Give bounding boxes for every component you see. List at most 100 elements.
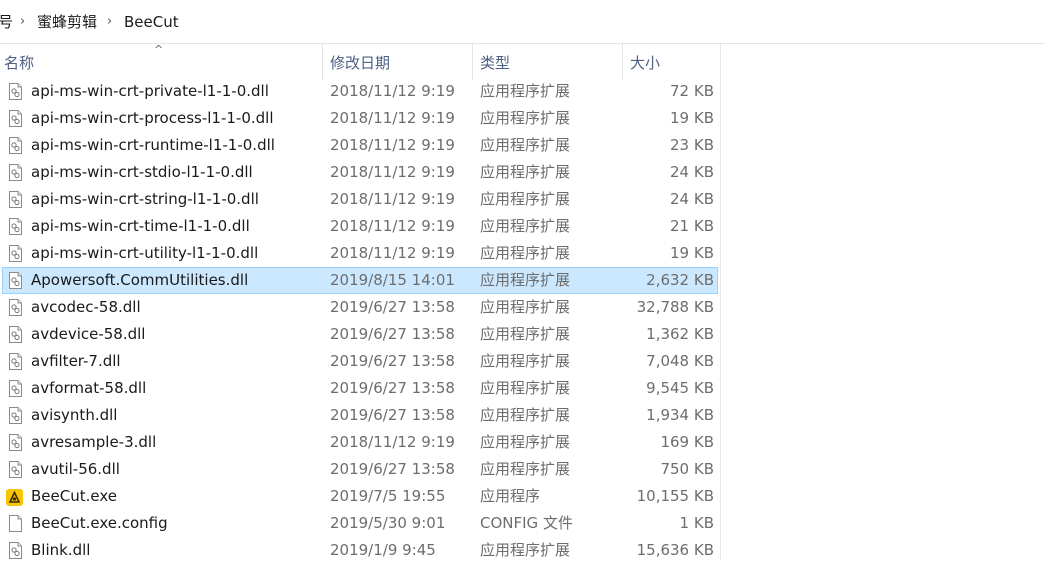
file-name[interactable]: api-ms-win-crt-runtime-l1-1-0.dll — [31, 132, 275, 159]
file-date: 2019/6/27 13:58 — [330, 406, 455, 424]
file-name[interactable]: BeeCut.exe — [31, 483, 117, 510]
file-type: CONFIG 文件 — [480, 514, 573, 532]
file-size: 19 KB — [670, 244, 714, 262]
file-row[interactable]: BeeCut.exe.config 2019/5/30 9:01 CONFIG 文件… — [0, 510, 720, 537]
file-date: 2018/11/12 9:19 — [330, 217, 455, 235]
file-date: 2018/11/12 9:19 — [330, 190, 455, 208]
file-type: 应用程序扩展 — [480, 217, 571, 235]
file-size: 2,632 KB — [646, 271, 714, 289]
file-size: 24 KB — [670, 163, 714, 181]
file-name[interactable]: api-ms-win-crt-stdio-l1-1-0.dll — [31, 159, 253, 186]
dll-file-icon — [9, 433, 22, 451]
file-type: 应用程序扩展 — [480, 190, 571, 208]
file-row[interactable]: api-ms-win-crt-time-l1-1-0.dll 2018/11/12… — [0, 213, 720, 240]
breadcrumb-current[interactable]: BeeCut — [124, 12, 179, 32]
file-date: 2018/11/12 9:19 — [330, 433, 455, 451]
file-name[interactable]: avisynth.dll — [31, 402, 117, 429]
file-type: 应用程序扩展 — [480, 298, 571, 316]
file-size: 23 KB — [670, 136, 714, 154]
file-row[interactable]: BeeCut.exe 2019/7/5 19:55 应用程序 10,155 KB — [0, 483, 720, 510]
file-row[interactable]: api-ms-win-crt-stdio-l1-1-0.dll 2018/11/1… — [0, 159, 720, 186]
file-row[interactable]: api-ms-win-crt-process-l1-1-0.dll 2018/11… — [0, 105, 720, 132]
dll-file-icon — [9, 325, 22, 343]
file-size: 9,545 KB — [646, 379, 714, 397]
dll-file-icon — [9, 163, 22, 181]
dll-file-icon — [9, 217, 22, 235]
dll-file-icon — [9, 271, 22, 289]
file-name[interactable]: Apowersoft.CommUtilities.dll — [31, 267, 248, 294]
file-row[interactable]: api-ms-win-crt-private-l1-1-0.dll 2018/11… — [0, 78, 720, 105]
file-date: 2018/11/12 9:19 — [330, 244, 455, 262]
dll-file-icon — [9, 460, 22, 478]
file-name[interactable]: api-ms-win-crt-utility-l1-1-0.dll — [31, 240, 258, 267]
dll-file-icon — [9, 406, 22, 424]
file-date: 2018/11/12 9:19 — [330, 136, 455, 154]
file-name[interactable]: avcodec-58.dll — [31, 294, 141, 321]
file-row[interactable]: avfilter-7.dll 2019/6/27 13:58 应用程序扩展 7,048… — [0, 348, 720, 375]
file-row[interactable]: avisynth.dll 2019/6/27 13:58 应用程序扩展 1,934 K… — [0, 402, 720, 429]
file-type: 应用程序扩展 — [480, 109, 571, 127]
breadcrumb-separator-icon[interactable]: › — [107, 12, 112, 32]
file-size: 32,788 KB — [636, 298, 714, 316]
file-name[interactable]: api-ms-win-crt-string-l1-1-0.dll — [31, 186, 259, 213]
dll-file-icon — [9, 298, 22, 316]
file-row[interactable]: api-ms-win-crt-string-l1-1-0.dll 2018/11/… — [0, 186, 720, 213]
file-row[interactable]: avcodec-58.dll 2019/6/27 13:58 应用程序扩展 32,78… — [0, 294, 720, 321]
file-size: 1,362 KB — [646, 325, 714, 343]
sort-ascending-icon: ^ — [154, 43, 164, 56]
file-type: 应用程序扩展 — [480, 460, 571, 478]
dll-file-icon — [9, 82, 22, 100]
file-name[interactable]: BeeCut.exe.config — [31, 510, 168, 537]
file-date: 2018/11/12 9:19 — [330, 163, 455, 181]
file-type: 应用程序扩展 — [480, 433, 571, 451]
file-row[interactable]: avformat-58.dll 2019/6/27 13:58 应用程序扩展 9,54… — [0, 375, 720, 402]
dll-file-icon — [9, 109, 22, 127]
file-size: 7,048 KB — [646, 352, 714, 370]
file-name[interactable]: api-ms-win-crt-process-l1-1-0.dll — [31, 105, 274, 132]
file-size: 72 KB — [670, 82, 714, 100]
file-date: 2018/11/12 9:19 — [330, 82, 455, 100]
column-divider — [720, 44, 721, 560]
file-name[interactable]: avutil-56.dll — [31, 456, 120, 483]
address-bar[interactable]: 号 › 蜜蜂剪辑 › BeeCut — [0, 0, 1045, 44]
file-name[interactable]: avfilter-7.dll — [31, 348, 121, 375]
breadcrumb-parent[interactable]: 蜜蜂剪辑 — [37, 12, 97, 32]
column-header-type[interactable]: 类型 — [480, 44, 510, 82]
breadcrumb-separator-icon[interactable]: › — [20, 12, 25, 32]
file-date: 2019/6/27 13:58 — [330, 460, 455, 478]
file-size: 1,934 KB — [646, 406, 714, 424]
dll-file-icon — [9, 541, 22, 559]
file-date: 2019/6/27 13:58 — [330, 352, 455, 370]
file-type: 应用程序扩展 — [480, 379, 571, 397]
file-type: 应用程序扩展 — [480, 163, 571, 181]
breadcrumb-prev-fragment[interactable]: 号 — [0, 12, 13, 32]
file-row[interactable]: avresample-3.dll 2018/11/12 9:19 应用程序扩展 169… — [0, 429, 720, 456]
file-type: 应用程序 — [480, 487, 541, 505]
file-date: 2019/7/5 19:55 — [330, 487, 446, 505]
file-row[interactable]: avutil-56.dll 2019/6/27 13:58 应用程序扩展 750 KB — [0, 456, 720, 483]
file-name[interactable]: avdevice-58.dll — [31, 321, 145, 348]
column-header-date[interactable]: 修改日期 — [330, 44, 390, 82]
file-size: 750 KB — [660, 460, 714, 478]
file-name[interactable]: avformat-58.dll — [31, 375, 146, 402]
file-row[interactable]: Apowersoft.CommUtilities.dll 2019/8/15 14… — [0, 267, 720, 294]
file-row[interactable]: avdevice-58.dll 2019/6/27 13:58 应用程序扩展 1,36… — [0, 321, 720, 348]
file-row[interactable]: api-ms-win-crt-utility-l1-1-0.dll 2018/11… — [0, 240, 720, 267]
column-header-size[interactable]: 大小 — [630, 44, 660, 82]
file-name[interactable]: api-ms-win-crt-time-l1-1-0.dll — [31, 213, 250, 240]
file-name[interactable]: avresample-3.dll — [31, 429, 156, 456]
column-divider[interactable] — [622, 44, 623, 80]
dll-file-icon — [9, 352, 22, 370]
file-type: 应用程序扩展 — [480, 406, 571, 424]
column-divider[interactable] — [322, 44, 323, 80]
file-row[interactable]: api-ms-win-crt-runtime-l1-1-0.dll 2018/11… — [0, 132, 720, 159]
column-header-name[interactable]: 名称 — [4, 44, 34, 82]
blank-file-icon — [9, 514, 22, 532]
column-divider[interactable] — [472, 44, 473, 80]
file-name[interactable]: api-ms-win-crt-private-l1-1-0.dll — [31, 78, 269, 105]
file-size: 10,155 KB — [636, 487, 714, 505]
file-type: 应用程序扩展 — [480, 325, 571, 343]
dll-file-icon — [9, 136, 22, 154]
file-date: 2019/5/30 9:01 — [330, 514, 446, 532]
dll-file-icon — [9, 379, 22, 397]
